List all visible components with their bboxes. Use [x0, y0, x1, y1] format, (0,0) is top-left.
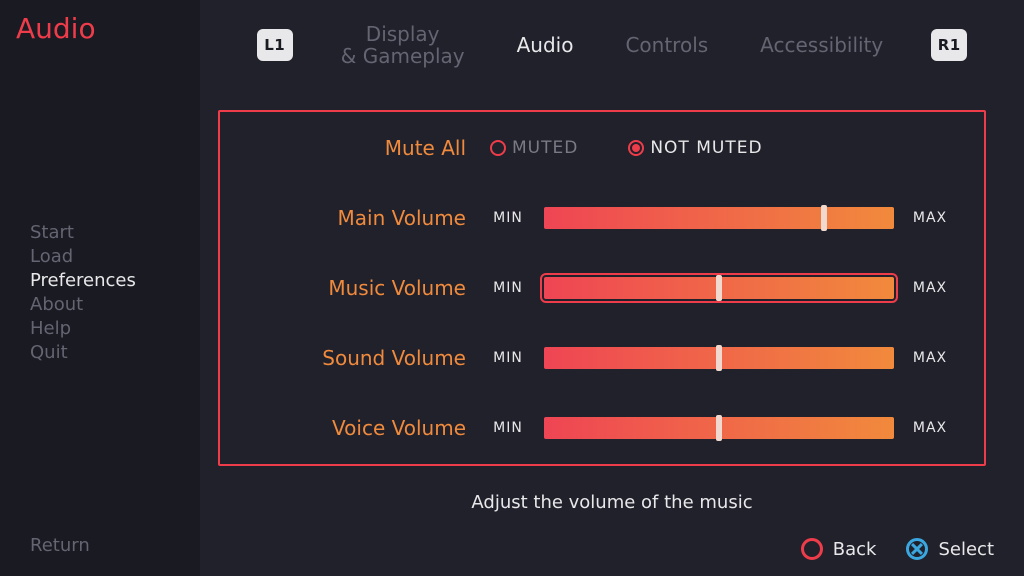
select-label: Select	[938, 539, 994, 560]
min-label: MIN	[490, 280, 526, 296]
row-sound-volume: Sound Volume MIN MAX	[250, 342, 954, 374]
footer: Back Select	[801, 538, 994, 560]
tabs: Display & Gameplay Audio Controls Access…	[341, 23, 884, 67]
slider-wrap: MIN MAX	[490, 347, 954, 369]
slider-thumb[interactable]	[716, 275, 722, 301]
tab-label: Audio	[517, 33, 574, 57]
sidebar-item-load[interactable]: Load	[30, 245, 200, 269]
tab-audio[interactable]: Audio	[517, 34, 574, 56]
hint-text: Adjust the volume of the music	[200, 492, 1024, 513]
sidebar-item-help[interactable]: Help	[30, 317, 200, 341]
page-title: Audio	[0, 10, 200, 45]
tab-row: L1 Display & Gameplay Audio Controls Acc…	[200, 0, 1024, 90]
bumper-right-icon[interactable]: R1	[931, 29, 967, 61]
tab-controls[interactable]: Controls	[625, 34, 708, 56]
slider-wrap: MIN MAX	[490, 207, 954, 229]
back-button[interactable]: Back	[801, 538, 877, 560]
select-button[interactable]: Select	[906, 538, 994, 560]
circle-icon	[801, 538, 823, 560]
return-button[interactable]: Return	[0, 535, 200, 576]
min-label: MIN	[490, 350, 526, 366]
settings-panel: Mute All MUTED NOT MUTED Main Volume MI	[218, 110, 986, 466]
sidebar-item-start[interactable]: Start	[30, 221, 200, 245]
max-label: MAX	[912, 280, 948, 296]
tab-label: Controls	[625, 33, 708, 57]
back-label: Back	[833, 539, 877, 560]
mute-all-label: Mute All	[250, 136, 490, 160]
max-label: MAX	[912, 350, 948, 366]
min-label: MIN	[490, 210, 526, 226]
radio-label: NOT MUTED	[650, 138, 762, 158]
main-volume-slider[interactable]	[544, 207, 894, 229]
tab-display-gameplay[interactable]: Display & Gameplay	[341, 23, 465, 67]
slider-label: Voice Volume	[250, 416, 490, 440]
min-label: MIN	[490, 420, 526, 436]
row-mute-all: Mute All MUTED NOT MUTED	[250, 132, 954, 164]
row-main-volume: Main Volume MIN MAX	[250, 202, 954, 234]
radio-icon	[490, 140, 506, 156]
row-voice-volume: Voice Volume MIN MAX	[250, 412, 954, 444]
slider-label: Main Volume	[250, 206, 490, 230]
cross-icon	[906, 538, 928, 560]
sidebar-item-quit[interactable]: Quit	[30, 341, 200, 365]
radio-not-muted[interactable]: NOT MUTED	[628, 138, 762, 158]
radio-muted[interactable]: MUTED	[490, 138, 578, 158]
slider-wrap: MIN MAX	[490, 277, 954, 299]
slider-thumb[interactable]	[716, 415, 722, 441]
voice-volume-slider[interactable]	[544, 417, 894, 439]
slider-wrap: MIN MAX	[490, 417, 954, 439]
radio-icon	[628, 140, 644, 156]
sound-volume-slider[interactable]	[544, 347, 894, 369]
music-volume-slider[interactable]	[544, 277, 894, 299]
tab-accessibility[interactable]: Accessibility	[760, 34, 883, 56]
sidebar-menu: Start Load Preferences About Help Quit	[0, 221, 200, 365]
max-label: MAX	[912, 210, 948, 226]
mute-options: MUTED NOT MUTED	[490, 138, 763, 158]
tab-label: Display & Gameplay	[341, 22, 465, 68]
bumper-left-icon[interactable]: L1	[257, 29, 293, 61]
sidebar: Audio Start Load Preferences About Help …	[0, 0, 200, 576]
radio-label: MUTED	[512, 138, 578, 158]
row-music-volume: Music Volume MIN MAX	[250, 272, 954, 304]
max-label: MAX	[912, 420, 948, 436]
sidebar-item-about[interactable]: About	[30, 293, 200, 317]
slider-thumb[interactable]	[821, 205, 827, 231]
sidebar-item-preferences[interactable]: Preferences	[30, 269, 200, 293]
slider-thumb[interactable]	[716, 345, 722, 371]
slider-track	[544, 207, 894, 229]
slider-label: Music Volume	[250, 276, 490, 300]
tab-label: Accessibility	[760, 33, 883, 57]
main-panel: L1 Display & Gameplay Audio Controls Acc…	[200, 0, 1024, 576]
slider-label: Sound Volume	[250, 346, 490, 370]
